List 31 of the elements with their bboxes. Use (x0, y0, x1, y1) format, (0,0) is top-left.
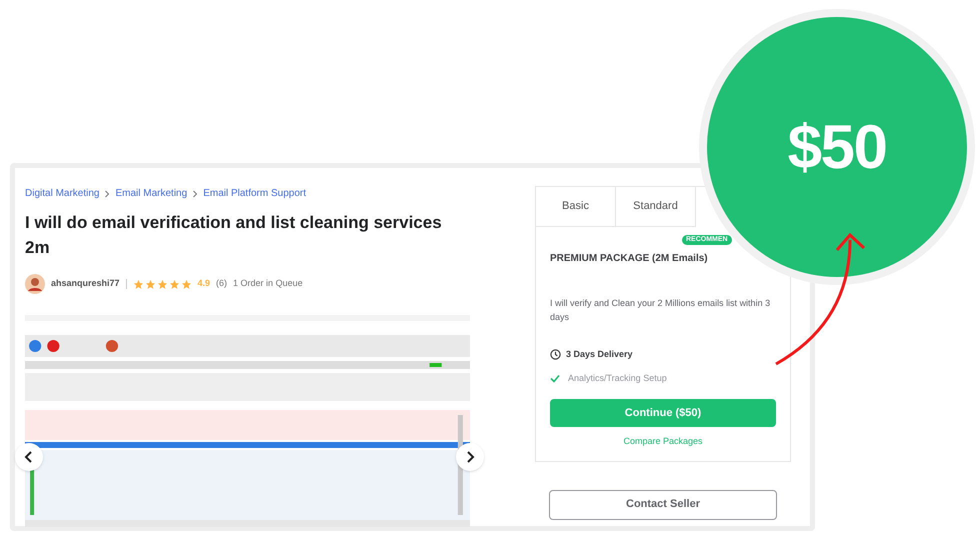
package-tab[interactable]: Basic (536, 187, 616, 227)
seller-name[interactable]: ahsanqureshi77 (51, 277, 120, 291)
price-text: $50 (788, 112, 886, 184)
breadcrumb-link[interactable]: Email Marketing (115, 186, 188, 201)
queue-count: 1 Order in Queue (233, 277, 303, 290)
rating-value: 4.9 (198, 277, 210, 290)
package-name: PREMIUM PACKAGE (2M Emails) (550, 252, 709, 266)
continue-button[interactable]: Continue ($50) (550, 399, 776, 427)
clock-icon (550, 349, 561, 360)
gig-title: I will do email verification and list cleaning services 2m (25, 212, 443, 259)
breadcrumb-link[interactable]: Email Platform Support (203, 186, 306, 201)
chevron-icon (191, 190, 200, 198)
contact-seller-button[interactable]: Contact Seller (549, 490, 777, 520)
previous-button[interactable] (15, 443, 43, 471)
star-icon (168, 278, 180, 290)
review-count: (6) (216, 277, 228, 290)
package-tab[interactable]: Standard (616, 187, 696, 227)
star-icon (132, 278, 144, 290)
chevron-icon (103, 190, 112, 198)
chevron-left-icon (24, 451, 34, 463)
feature-label: Analytics/Tracking Setup (568, 372, 667, 385)
star-icon (144, 278, 156, 290)
delivery-time: 3 Days Delivery (566, 348, 633, 361)
compare-packages-link[interactable]: Compare Packages (623, 435, 703, 448)
next-button[interactable] (456, 443, 484, 471)
star-icon (156, 278, 168, 290)
breadcrumb-link[interactable]: Digital Marketing (25, 186, 100, 201)
avatar (25, 274, 45, 294)
star-icon (180, 278, 192, 290)
package-description: I will verify and Clean your 2 Millions emails list within 3 days (550, 297, 772, 324)
chevron-right-icon (465, 451, 475, 463)
